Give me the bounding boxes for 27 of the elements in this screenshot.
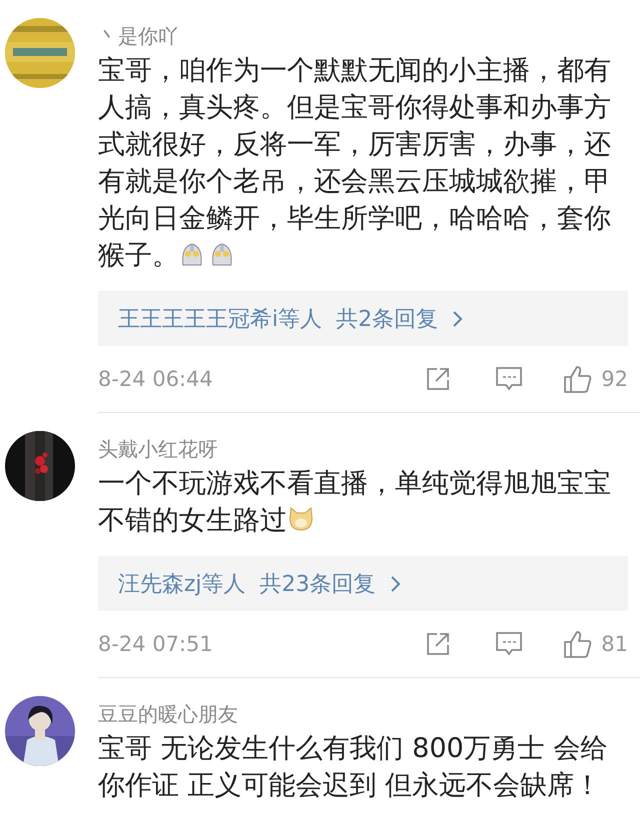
reply-count: 共23条回复 xyxy=(260,570,376,598)
user-name[interactable]: 丶是你吖 xyxy=(98,22,178,50)
comment-text: 宝哥 无论发生什么有我们 800万勇士 会给你作证 正义可能会迟到 但永远不会缺席！ xyxy=(98,732,608,803)
chevron-right-icon xyxy=(452,310,464,328)
user-name[interactable]: 豆豆的暖心朋友 xyxy=(98,700,238,728)
replies-panel[interactable]: 汪先森zj等人 共23条回复 xyxy=(98,556,628,611)
comment-icon[interactable] xyxy=(495,631,524,657)
thumbs-up-icon[interactable] xyxy=(563,364,594,394)
dog-emoji-icon xyxy=(287,504,315,532)
comment-text: 一个不玩游戏不看直播，单纯觉得旭旭宝宝不错的女生路过 xyxy=(98,467,612,538)
reply-users: 汪先森zj等人 xyxy=(118,570,246,598)
comment-icon[interactable] xyxy=(495,366,524,392)
thumbs-up-icon[interactable] xyxy=(563,629,594,659)
user-name[interactable]: 头戴小红花呀 xyxy=(98,435,218,463)
like-count: 92 xyxy=(601,367,628,391)
comment-time: 8-24 06:44 xyxy=(98,367,214,391)
comment-time: 8-24 07:51 xyxy=(98,632,214,656)
like-count: 81 xyxy=(601,632,628,656)
reply-users: 王王王王王冠希i等人 xyxy=(118,306,322,334)
helmet-emoji-icon xyxy=(209,241,235,267)
chevron-right-icon xyxy=(390,574,402,592)
comment-text: 宝哥，咱作为一个默默无闻的小主播，都有人搞，真头疼。但是宝哥你得处事和办事方式就很好，反将一军，厉害厉害，办事，还有就是你个老吊，还会黑云压城城欲摧，甲光向日金鳞开，毕生所学吧，哈哈哈，套你猴子。 xyxy=(98,54,612,273)
share-icon[interactable] xyxy=(425,366,452,392)
helmet-emoji-icon xyxy=(179,241,205,267)
replies-panel[interactable]: 王王王王王冠希i等人 共2条回复 xyxy=(98,291,628,346)
reply-count: 共2条回复 xyxy=(336,306,438,334)
share-icon[interactable] xyxy=(425,631,452,657)
